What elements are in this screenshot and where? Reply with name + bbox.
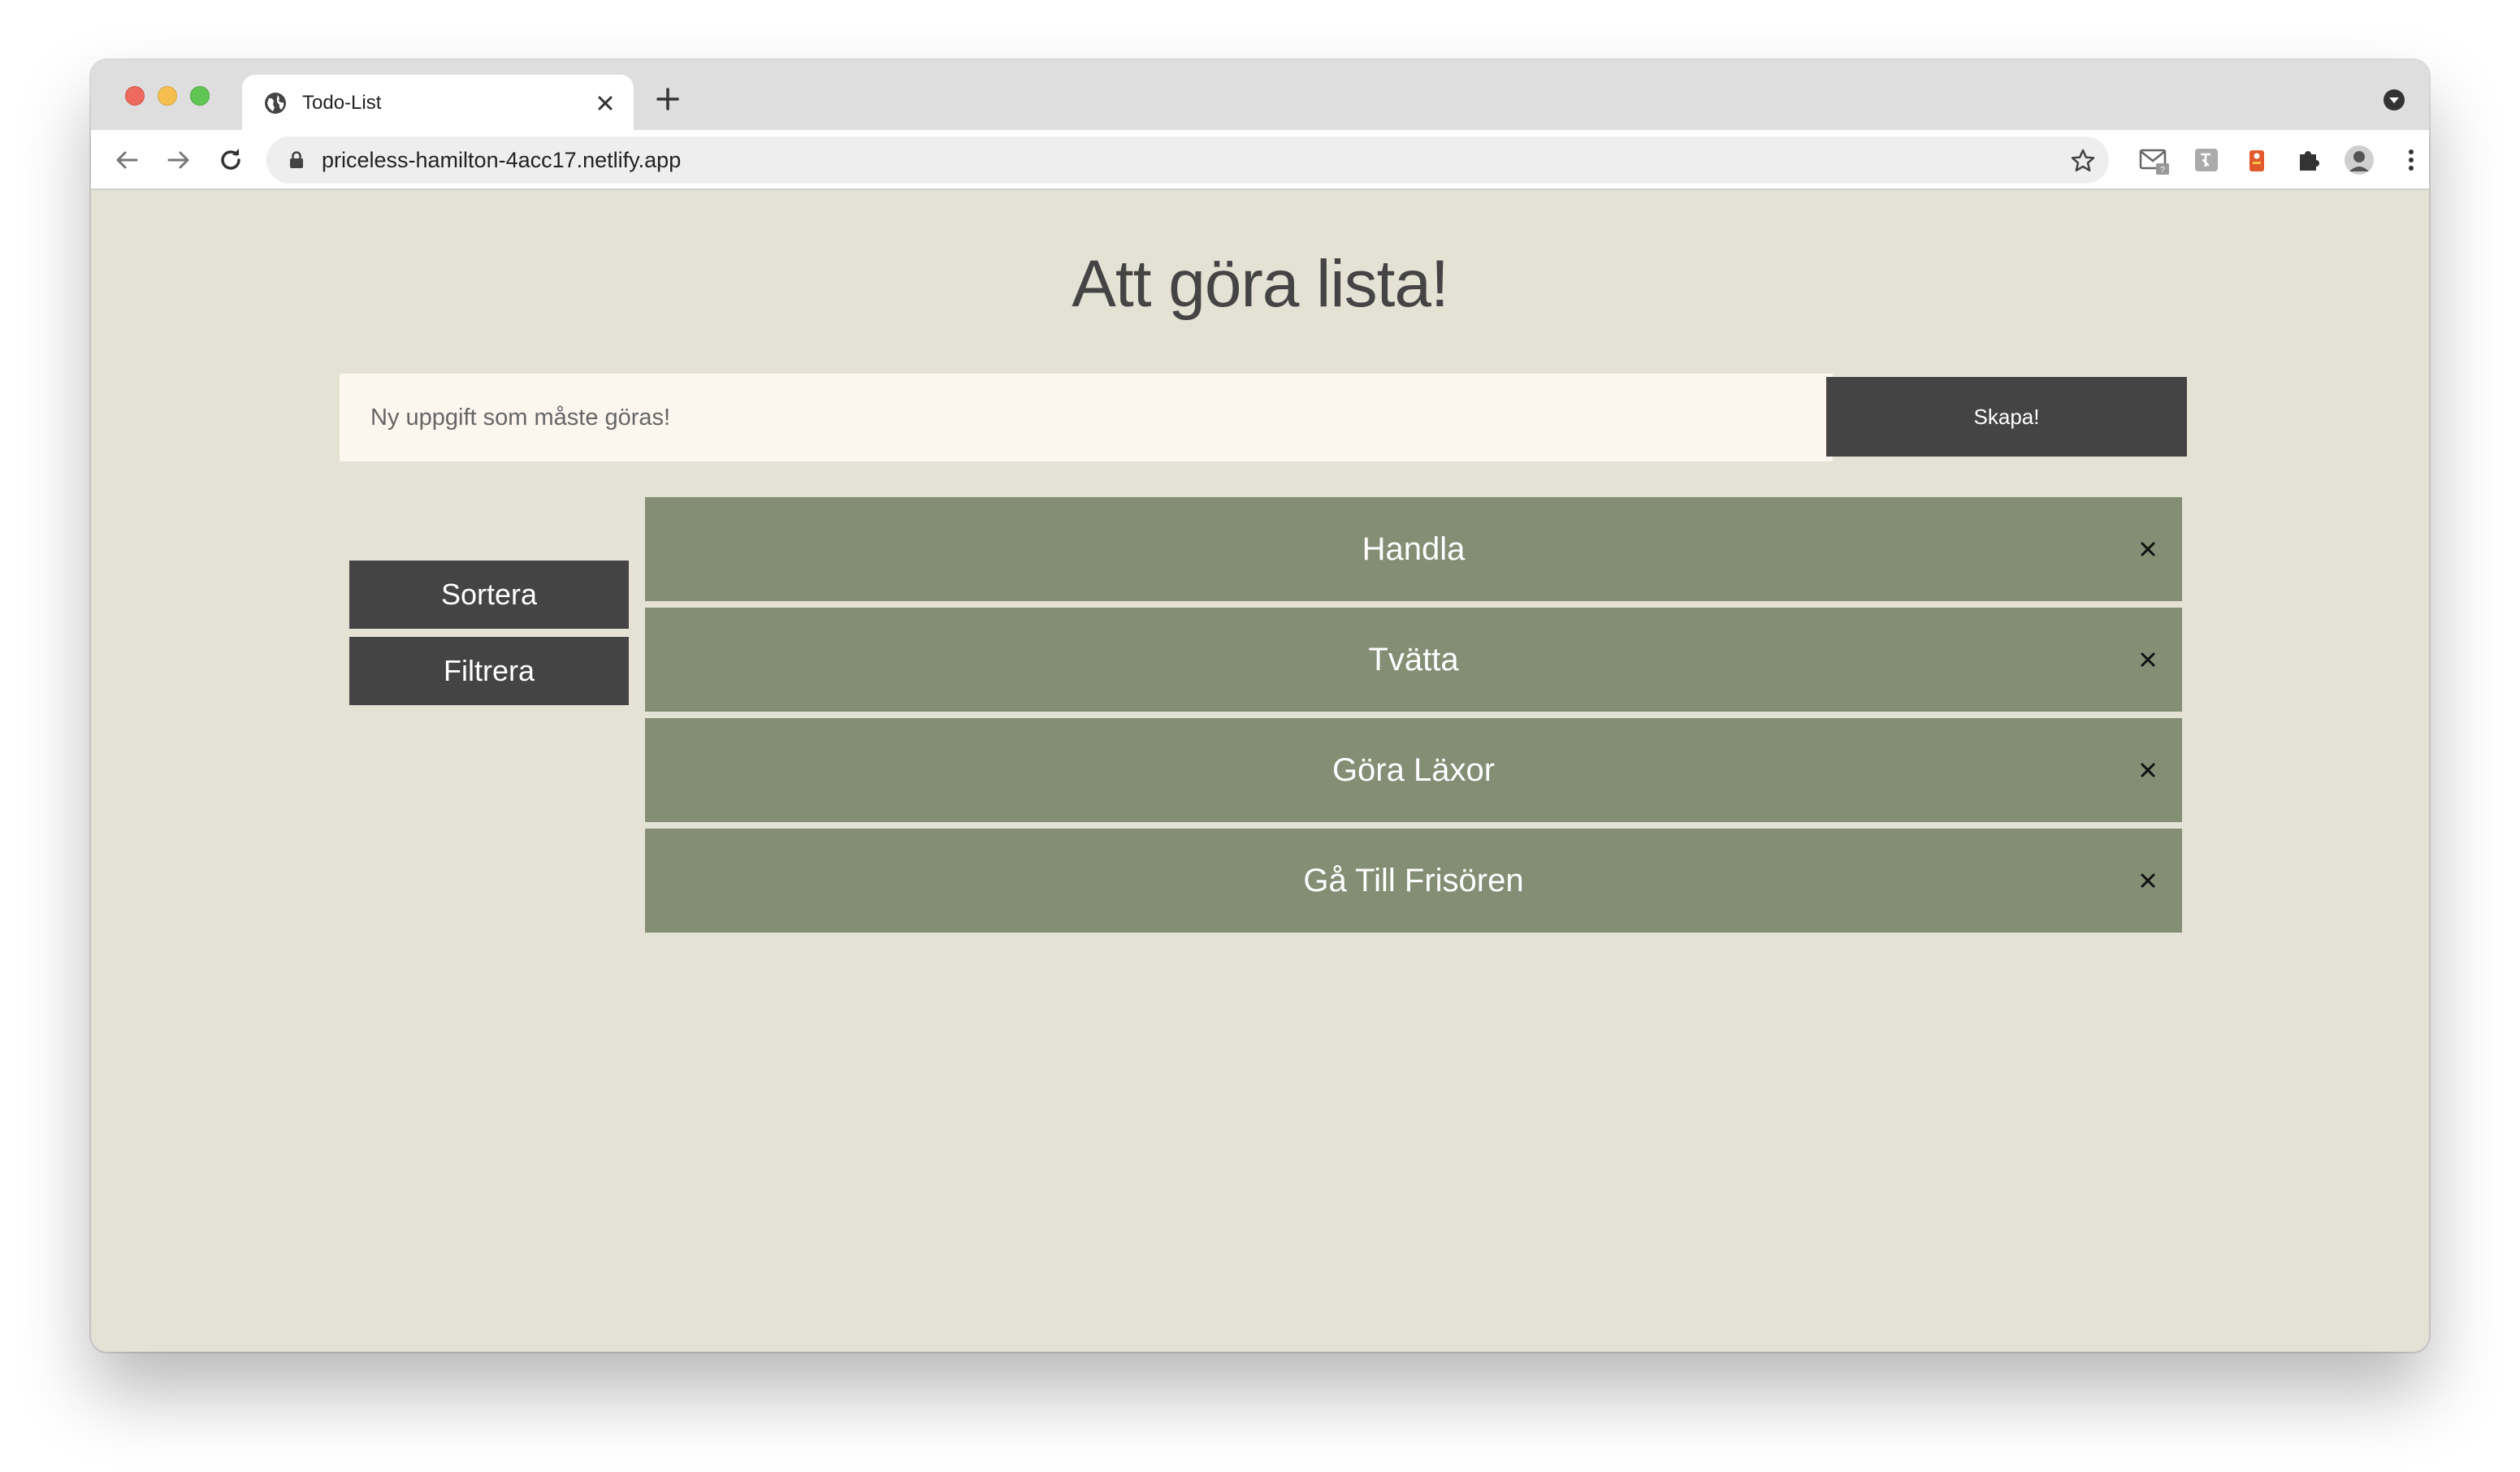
svg-text:?: ?	[2160, 166, 2165, 175]
coupon-extension-icon[interactable]	[2241, 144, 2273, 176]
close-icon[interactable]	[2132, 643, 2164, 676]
profile-avatar[interactable]	[2343, 144, 2375, 176]
browser-window: Todo-List priceless-hamilton-4acc17.netl…	[91, 60, 2429, 1352]
browser-menu-icon[interactable]	[2395, 144, 2427, 176]
extensions-puzzle-icon[interactable]	[2293, 144, 2325, 176]
reload-icon[interactable]	[214, 144, 247, 176]
lock-icon[interactable]	[286, 149, 307, 171]
tab-strip: Todo-List	[91, 60, 2429, 132]
todo-item-text: Göra Läxor	[1331, 752, 1496, 788]
sort-button[interactable]: Sortera	[349, 561, 629, 629]
close-window-button[interactable]	[125, 86, 145, 106]
close-icon[interactable]	[2132, 864, 2164, 897]
url-text[interactable]: priceless-hamilton-4acc17.netlify.app	[322, 148, 681, 172]
tab-title: Todo-List	[302, 92, 382, 114]
tab-todo-list[interactable]: Todo-List	[242, 75, 634, 132]
todo-list: Handla Tvätta Göra Läxor Gå Till Frisöre…	[645, 497, 2182, 939]
close-icon[interactable]	[2132, 533, 2164, 565]
translate-extension-icon[interactable]	[2190, 144, 2223, 176]
new-tab-icon[interactable]	[652, 83, 684, 115]
bookmark-star-icon[interactable]	[2068, 146, 2098, 175]
todo-item[interactable]: Gå Till Frisören	[645, 829, 2182, 933]
todo-item-text: Handla	[1362, 531, 1466, 567]
todo-item[interactable]: Handla	[645, 497, 2182, 601]
tab-search-icon[interactable]	[2382, 88, 2406, 112]
gmail-extension-icon[interactable]: ?	[2138, 144, 2171, 176]
page-content: Att göra lista! Skapa! Sortera Filtrera …	[91, 190, 2429, 1352]
page-title: Att göra lista!	[1072, 247, 1449, 321]
address-bar[interactable]: priceless-hamilton-4acc17.netlify.app	[266, 136, 2109, 184]
back-arrow-icon[interactable]	[110, 144, 143, 176]
filter-button[interactable]: Filtrera	[349, 637, 629, 705]
todo-item[interactable]: Tvätta	[645, 608, 2182, 712]
close-icon[interactable]	[2132, 754, 2164, 786]
globe-icon	[263, 91, 288, 115]
todo-item-text: Tvätta	[1368, 642, 1459, 678]
minimize-window-button[interactable]	[158, 86, 177, 106]
todo-item-text: Gå Till Frisören	[1303, 863, 1524, 898]
new-task-input[interactable]	[340, 374, 1833, 461]
create-button[interactable]: Skapa!	[1826, 377, 2187, 457]
browser-toolbar: priceless-hamilton-4acc17.netlify.app ?	[91, 130, 2429, 190]
forward-arrow-icon[interactable]	[162, 144, 195, 176]
maximize-window-button[interactable]	[190, 86, 210, 106]
todo-item[interactable]: Göra Läxor	[645, 718, 2182, 822]
tab-close-icon[interactable]	[591, 89, 619, 117]
